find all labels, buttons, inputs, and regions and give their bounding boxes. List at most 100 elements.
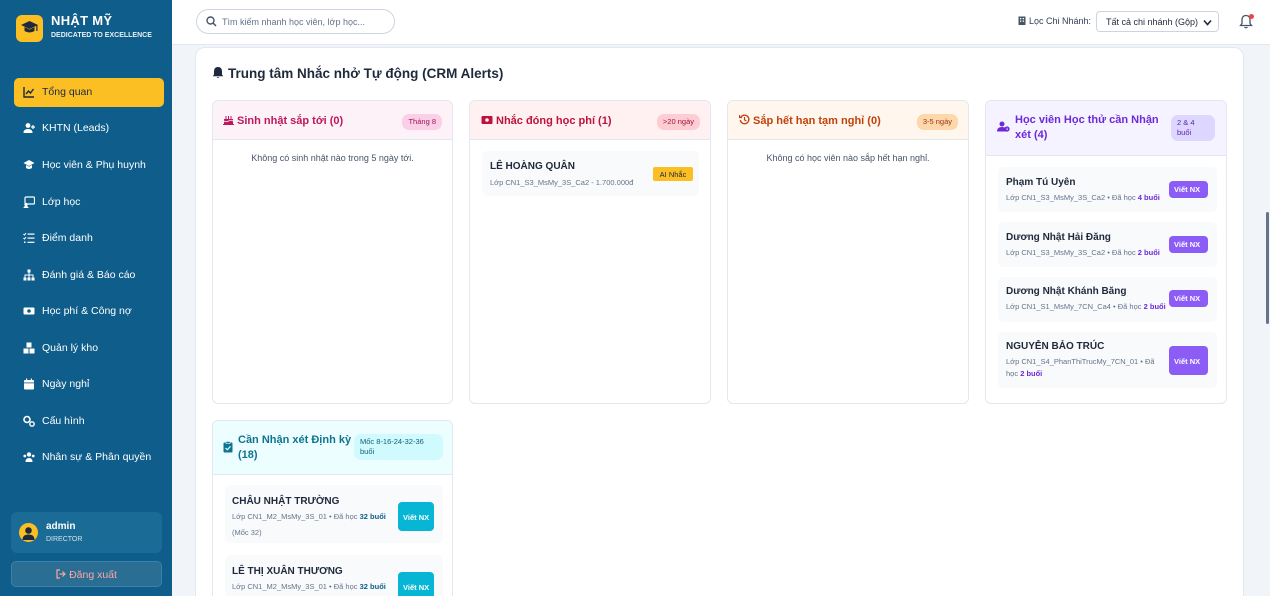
sidebar-item-label: Học phí & Công nợ	[42, 305, 132, 317]
ai-remind-button[interactable]: AI Nhắc	[653, 167, 693, 181]
notification-bell[interactable]	[1239, 14, 1255, 30]
student-detail: Lớp CN1_S3_MsMy_3S_Ca2 - 1.700.000đ	[490, 178, 634, 187]
sidebar-item-label: KHTN (Leads)	[42, 122, 110, 134]
sidebar-item-label: Tổng quan	[42, 86, 93, 98]
student-detail: Lớp CN1_S4_PhanThiTrucMy_7CN_01 • Đã học…	[1006, 356, 1166, 380]
write-review-button[interactable]: Viết NX	[1169, 236, 1208, 253]
topbar: Lọc Chi Nhánh: Tất cả chi nhánh (Gộp)	[172, 0, 1270, 45]
sidebar-item-students[interactable]: Học viên & Phụ huynh	[14, 151, 164, 180]
trial-review-card: Học viên Học thử cần Nhận xét (4) 2 & 4 …	[985, 100, 1227, 404]
sidebar-item-reports[interactable]: Đánh giá & Báo cáo	[14, 261, 164, 290]
sidebar-item-label: Lớp học	[42, 196, 81, 208]
sidebar-item-label: Cấu hình	[42, 415, 85, 427]
chart-line-icon	[23, 87, 35, 98]
sidebar-item-classes[interactable]: Lớp học	[14, 188, 164, 217]
list-item[interactable]: LÊ HOÀNG QUÂN Lớp CN1_S3_MsMy_3S_Ca2 - 1…	[482, 151, 699, 196]
brand-tagline: DEDICATED TO EXCELLENCE	[51, 32, 152, 39]
write-review-button[interactable]: Viết NX	[398, 502, 434, 531]
session-count: 2 buổi	[1020, 369, 1043, 378]
branch-label-text: Lọc Chi Nhánh:	[1029, 16, 1092, 26]
sidebar-item-label: Đánh giá & Báo cáo	[42, 269, 136, 281]
write-review-button[interactable]: Viết NX	[1169, 346, 1208, 375]
boxes-icon	[23, 342, 35, 354]
sidebar: NHẬT MỸ DEDICATED TO EXCELLENCE Tổng qua…	[0, 0, 172, 596]
fee-reminder-card: Nhắc đóng học phí (1) >20 ngày LÊ HOÀNG …	[469, 100, 711, 404]
session-count: 32 buổi	[359, 512, 386, 521]
chevron-down-icon	[1203, 19, 1212, 26]
list-item[interactable]: Dương Nhật Hải Đăng Lớp CN1_S3_MsMy_3S_C…	[998, 222, 1217, 267]
graduation-cap-icon	[23, 160, 35, 169]
sidebar-item-tuition[interactable]: Học phí & Công nợ	[14, 297, 164, 326]
sidebar-item-overview[interactable]: Tổng quan	[14, 78, 164, 107]
user-clock-icon	[997, 121, 1010, 132]
birthday-cake-icon	[223, 116, 234, 125]
sign-out-icon	[56, 569, 66, 579]
student-class: Lớp CN1_M2_MsMy_3S_01 • Đã học	[232, 582, 358, 591]
milestone-label: (Mốc 32)	[232, 528, 262, 537]
sidebar-item-holidays[interactable]: Ngày nghỉ	[14, 370, 164, 399]
logout-button[interactable]: Đăng xuất	[11, 561, 162, 587]
birthday-card-badge: Tháng 8	[402, 114, 442, 130]
list-item[interactable]: CHÂU NHẬT TRƯỜNG Lớp CN1_M2_MsMy_3S_01 •…	[225, 485, 443, 543]
branch-selected-value: Tất cả chi nhánh (Gộp)	[1106, 17, 1199, 27]
session-count: 4 buổi	[1137, 193, 1160, 202]
student-class: Lớp CN1_M2_MsMy_3S_01 • Đã học	[232, 512, 358, 521]
student-detail: Lớp CN1_M2_MsMy_3S_01 • Đã học 32 buổi	[232, 511, 386, 523]
search-box[interactable]	[196, 9, 395, 34]
list-item[interactable]: Phạm Tú Uyên Lớp CN1_S3_MsMy_3S_Ca2 • Đã…	[998, 167, 1217, 212]
sidebar-item-settings[interactable]: Cấu hình	[14, 407, 164, 436]
trial-card-title: Học viên Học thử cần Nhận xét (4)	[997, 113, 1172, 143]
search-icon	[206, 16, 217, 27]
bell-icon	[212, 67, 224, 79]
leave-card-title-text: Sắp hết hạn tạm nghỉ (0)	[753, 115, 881, 127]
list-item[interactable]: LÊ THỊ XUÂN THƯƠNG Lớp CN1_M2_MsMy_3S_01…	[225, 555, 443, 596]
calendar-icon	[24, 378, 34, 390]
history-icon	[738, 114, 750, 125]
sidebar-item-staff[interactable]: Nhân sự & Phân quyền	[14, 443, 164, 472]
list-item[interactable]: NGUYỄN BẢO TRÚC Lớp CN1_S4_PhanThiTrucMy…	[998, 332, 1217, 388]
logout-label: Đăng xuất	[69, 569, 117, 581]
branch-select[interactable]: Tất cả chi nhánh (Gộp)	[1096, 11, 1219, 32]
list-check-icon	[23, 232, 35, 243]
student-detail: Lớp CN1_S1_MsMy_7CN_Ca4 • Đã học 2 buổi	[1006, 301, 1166, 313]
money-icon	[23, 307, 35, 315]
periodic-card-badge: Mốc 8-16-24-32-36 buổi	[354, 434, 443, 460]
scrollbar-thumb[interactable]	[1266, 212, 1269, 324]
sidebar-item-label: Học viên & Phụ huynh	[42, 159, 146, 171]
user-profile[interactable]: admin DIRECTOR	[11, 512, 162, 553]
birthday-card: Sinh nhật sắp tới (0) Tháng 8 Không có s…	[212, 100, 453, 404]
chalkboard-icon	[23, 196, 35, 208]
student-name: LÊ HOÀNG QUÂN	[490, 161, 575, 172]
user-plus-icon	[23, 123, 35, 133]
sidebar-item-leads[interactable]: KHTN (Leads)	[14, 114, 164, 143]
fee-card-title-text: Nhắc đóng học phí (1)	[496, 115, 612, 127]
panel-title-text: Trung tâm Nhắc nhở Tự động (CRM Alerts)	[228, 66, 504, 81]
branch-filter-label: Lọc Chi Nhánh:	[1018, 16, 1091, 26]
building-icon	[1018, 16, 1026, 25]
write-review-button[interactable]: Viết NX	[1169, 181, 1208, 198]
leave-card-badge: 3-5 ngày	[916, 114, 958, 130]
student-class: Lớp CN1_S3_MsMy_3S_Ca2 • Đã học	[1006, 193, 1136, 202]
sidebar-item-attendance[interactable]: Điểm danh	[14, 224, 164, 253]
sidebar-item-label: Điểm danh	[42, 232, 93, 244]
trial-card-title-text: Học viên Học thử cần Nhận xét (4)	[1015, 114, 1159, 141]
search-input[interactable]	[222, 14, 390, 30]
brand[interactable]: NHẬT MỸ DEDICATED TO EXCELLENCE	[14, 12, 164, 48]
leave-card-title: Sắp hết hạn tạm nghỉ (0)	[738, 114, 881, 129]
write-review-button[interactable]: Viết NX	[1169, 290, 1208, 307]
sidebar-item-label: Quản lý kho	[42, 342, 99, 354]
leave-expiring-card: Sắp hết hạn tạm nghỉ (0) 3-5 ngày Không …	[727, 100, 969, 404]
sidebar-item-label: Ngày nghỉ	[42, 378, 90, 390]
sidebar-item-inventory[interactable]: Quản lý kho	[14, 334, 164, 363]
student-detail: Lớp CN1_S3_MsMy_3S_Ca2 • Đã học 2 buổi	[1006, 247, 1160, 259]
periodic-card-title: Cần Nhận xét Định kỳ (18)	[223, 433, 353, 463]
write-review-button[interactable]: Viết NX	[398, 572, 434, 596]
session-count: 32 buổi	[359, 582, 386, 591]
notification-dot	[1249, 14, 1254, 19]
leave-empty-message: Không có học viên nào sắp hết hạn nghỉ.	[766, 153, 930, 163]
birthday-card-title-text: Sinh nhật sắp tới (0)	[237, 115, 344, 127]
student-name: LÊ THỊ XUÂN THƯƠNG	[232, 566, 343, 577]
list-item[interactable]: Dương Nhật Khánh Băng Lớp CN1_S1_MsMy_7C…	[998, 277, 1217, 322]
sidebar-item-label: Nhân sự & Phân quyền	[42, 451, 152, 463]
student-name: CHÂU NHẬT TRƯỜNG	[232, 496, 340, 507]
